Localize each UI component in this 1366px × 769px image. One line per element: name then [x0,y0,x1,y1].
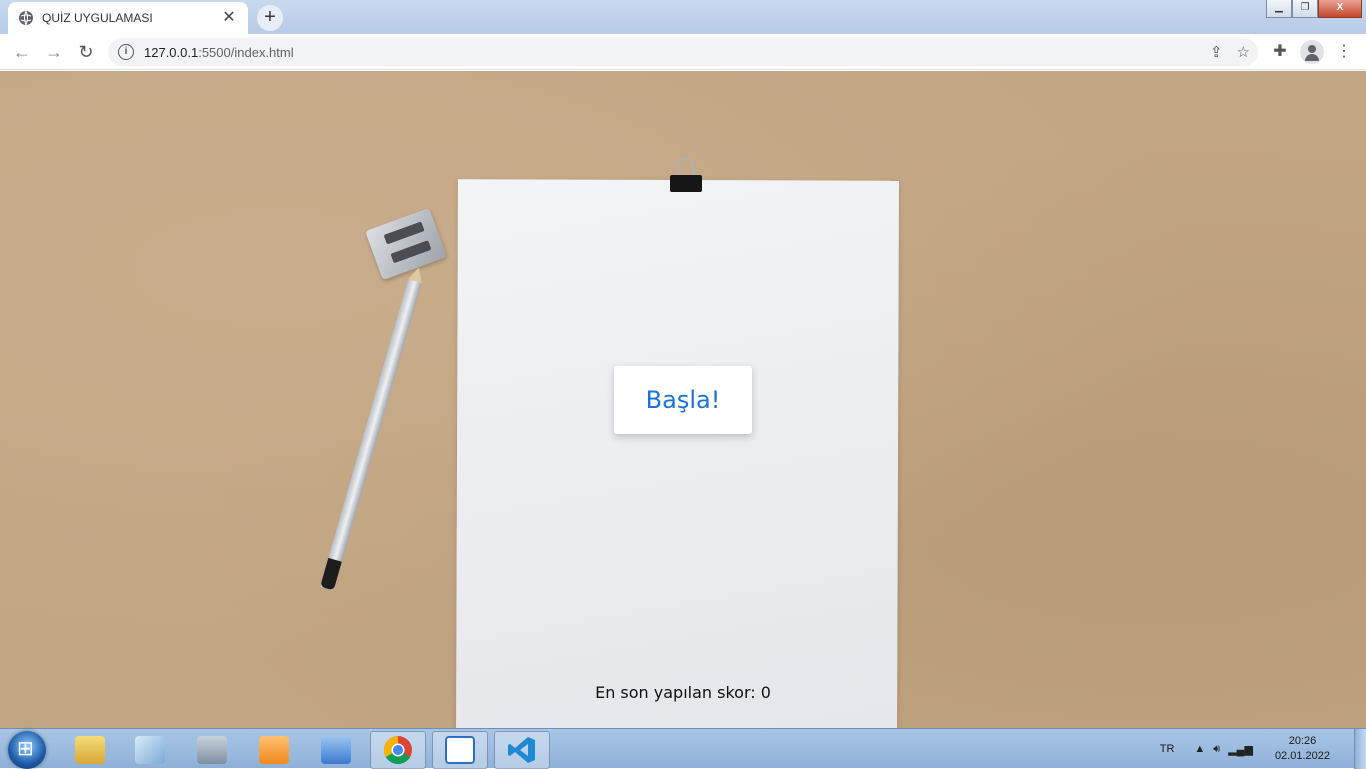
quiz-page: Başla! En son yapılan skor: 0 [0,71,1366,728]
close-tab-icon[interactable]: ✕ [220,9,238,27]
show-desktop-button[interactable] [1354,729,1366,769]
address-bar[interactable]: i 127.0.0.1:5500/index.html ⇪ ☆ [108,38,1258,66]
show-hidden-icons-icon[interactable]: ▲ [1194,743,1205,756]
taskbar: TR ▲ 🔊︎ ▂▄▆ 20:26 02.01.2022 [0,728,1366,769]
last-score-text: En son yapılan skor: 0 [595,683,771,702]
clock-date: 02.01.2022 [1274,750,1330,762]
clock-time: 20:26 [1288,735,1317,747]
profile-avatar-icon[interactable] [1300,40,1324,64]
remote-desktop-taskbar-icon[interactable] [308,731,364,769]
close-window-button[interactable]: X [1318,0,1362,18]
url-text[interactable]: 127.0.0.1:5500/index.html [144,45,294,60]
share-icon[interactable]: ⇪ [1210,43,1223,61]
start-menu-button[interactable] [8,731,46,769]
bookmark-star-icon[interactable]: ☆ [1237,43,1250,61]
minimize-button[interactable]: ▁ [1266,0,1292,18]
chrome-taskbar-icon[interactable] [370,731,426,769]
pencil-image [320,279,422,591]
maximize-button[interactable]: ❐ [1292,0,1318,18]
vscode-icon [508,737,535,763]
explorer-taskbar-icon[interactable] [62,731,118,769]
site-info-icon[interactable]: i [118,44,134,60]
window-controls: ▁ ❐ X [1266,0,1362,18]
reload-icon[interactable]: ↻ [74,40,98,64]
start-button[interactable]: Başla! [614,366,752,434]
clock[interactable]: 20:26 02.01.2022 [1275,734,1330,764]
network-signal-icon[interactable]: ▂▄▆ [1228,743,1253,756]
notepad-taskbar-icon[interactable] [122,731,178,769]
binder-clip-image [670,158,702,194]
language-indicator[interactable]: TR [1160,743,1175,755]
forward-arrow-icon[interactable]: → [42,40,66,64]
system-tray: TR ▲ 🔊︎ ▂▄▆ 20:26 02.01.2022 [1160,729,1366,769]
calculator-taskbar-icon[interactable] [184,731,240,769]
globe-icon [19,10,33,26]
menu-icon[interactable]: ⋮ [1332,40,1356,64]
chrome-icon [384,736,412,764]
document-taskbar-icon[interactable] [432,731,488,769]
extensions-icon[interactable]: ✚ [1268,40,1292,64]
tab-title: QUİZ UYGULAMASI [42,11,153,25]
browser-tabbar: QUİZ UYGULAMASI ✕ + ▁ ❐ X [0,0,1366,34]
vscode-taskbar-icon[interactable] [494,731,550,769]
back-arrow-icon[interactable]: ← [10,40,34,64]
volume-icon[interactable]: 🔊︎ [1213,743,1220,756]
browser-tab[interactable]: QUİZ UYGULAMASI ✕ [8,2,248,34]
browser-toolbar: ← → ↻ i 127.0.0.1:5500/index.html ⇪ ☆ ✚ … [0,34,1366,70]
paper-sheet [456,179,899,728]
new-tab-button[interactable]: + [257,5,283,31]
sharpener-image [365,207,447,281]
media-player-taskbar-icon[interactable] [246,731,302,769]
